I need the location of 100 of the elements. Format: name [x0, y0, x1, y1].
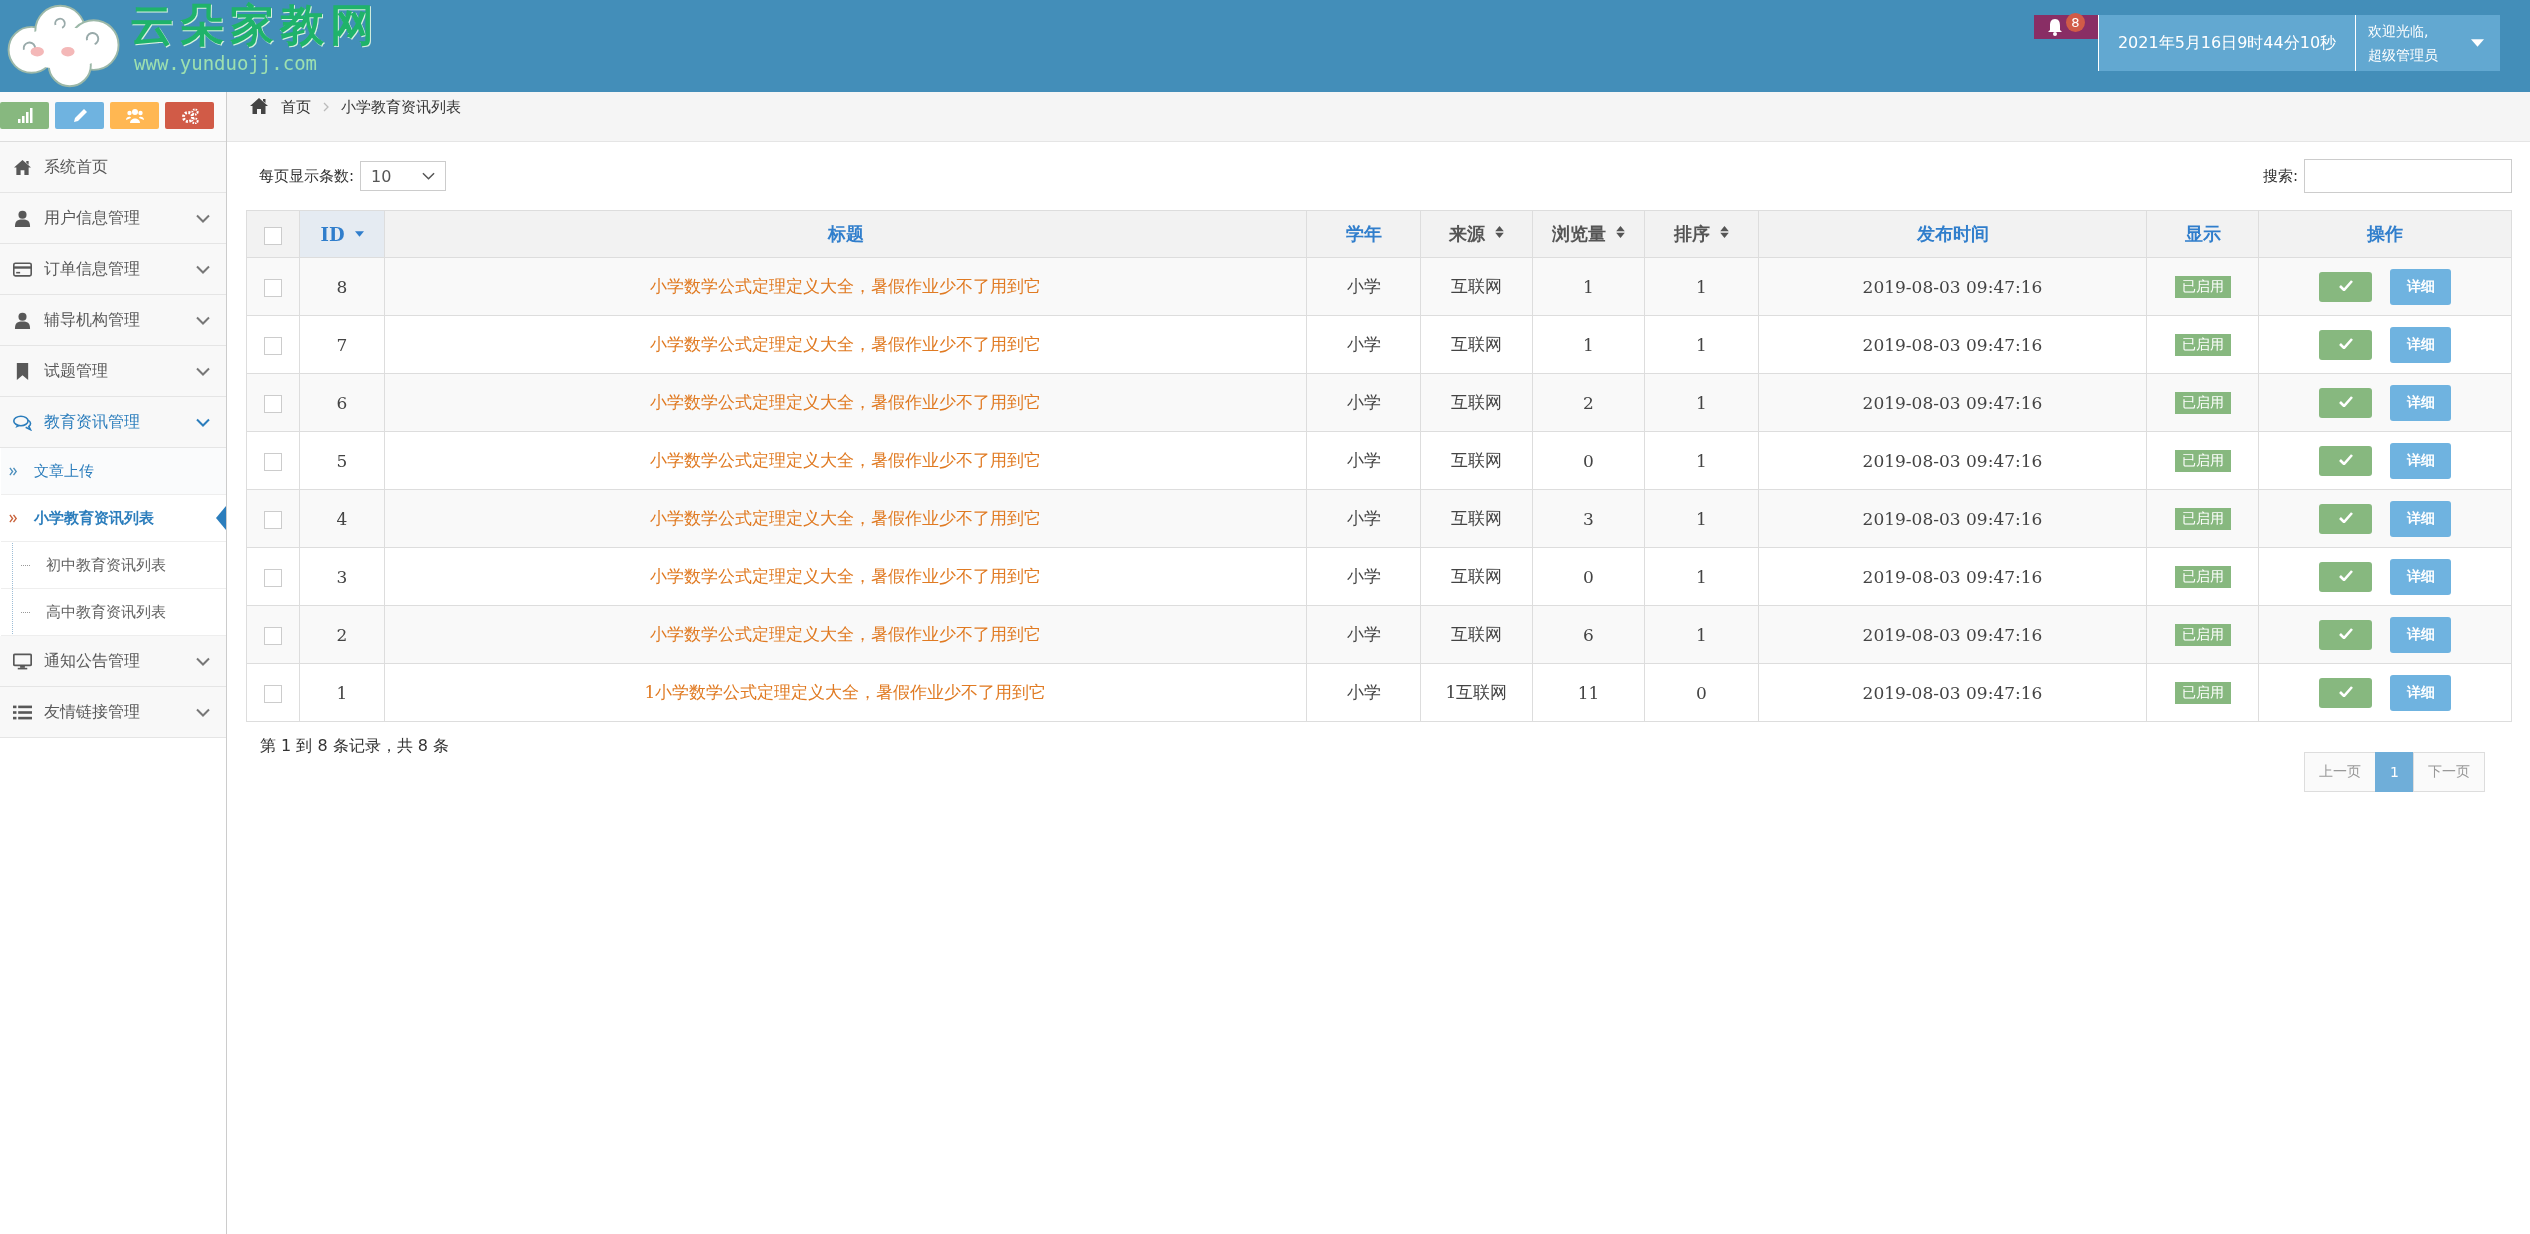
detail-button[interactable]: 详细	[2390, 500, 2451, 537]
detail-button[interactable]: 详细	[2390, 674, 2451, 711]
detail-button[interactable]: 详细	[2390, 268, 2451, 305]
sidebar-item[interactable]: 教育资讯管理	[0, 397, 226, 448]
table-cell: 1	[1644, 547, 1759, 606]
table-cell: 0	[1532, 547, 1645, 606]
approve-button[interactable]	[2319, 677, 2372, 708]
detail-button[interactable]: 详细	[2390, 384, 2451, 421]
submenu-item[interactable]: 小学教育资讯列表	[1, 495, 226, 542]
home-icon	[12, 158, 32, 176]
table-cell: 互联网	[1420, 315, 1533, 374]
table-cell: 1	[1644, 431, 1759, 490]
user-menu[interactable]: 欢迎光临, 超级管理员	[2356, 15, 2500, 71]
double-chevron-icon	[9, 466, 18, 476]
sidebar-item[interactable]: 试题管理	[0, 346, 226, 397]
record-count: 第 1 到 8 条记录，共 8 条	[259, 736, 450, 757]
page-button[interactable]: 1	[2375, 752, 2414, 792]
table-cell: 1	[299, 663, 385, 722]
table-cell: 互联网	[1420, 605, 1533, 664]
row-checkbox[interactable]	[264, 394, 282, 413]
detail-button[interactable]: 详细	[2390, 616, 2451, 653]
users-icon	[125, 107, 144, 124]
notifications-button[interactable]: 8	[2034, 15, 2098, 39]
table-cell: 互联网	[1420, 431, 1533, 490]
check-icon	[2338, 628, 2353, 639]
row-checkbox[interactable]	[264, 626, 282, 645]
sidebar-item[interactable]: 辅导机构管理	[0, 295, 226, 346]
submenu-item[interactable]: 初中教育资讯列表	[1, 542, 226, 589]
sidebar-item[interactable]: 通知公告管理	[0, 636, 226, 687]
sidebar-item[interactable]: 用户信息管理	[0, 193, 226, 244]
title-link[interactable]: 小学数学公式定理定义大全，暑假作业少不了用到它	[384, 489, 1307, 548]
submenu-item[interactable]: 文章上传	[1, 448, 226, 495]
double-chevron-icon	[9, 513, 18, 523]
column-header: 操作	[2258, 210, 2512, 258]
column-header[interactable]: 排序	[1644, 210, 1759, 258]
approve-button[interactable]	[2319, 561, 2372, 592]
status-badge: 已启用	[2174, 276, 2231, 298]
row-checkbox[interactable]	[264, 452, 282, 471]
select-all-checkbox[interactable]	[264, 226, 282, 245]
approve-button[interactable]	[2319, 329, 2372, 360]
chevron-down-icon	[196, 707, 210, 717]
sort-icon	[1495, 226, 1504, 238]
detail-button[interactable]: 详细	[2390, 326, 2451, 363]
title-link[interactable]: 小学数学公式定理定义大全，暑假作业少不了用到它	[384, 257, 1307, 316]
title-link[interactable]: 小学数学公式定理定义大全，暑假作业少不了用到它	[384, 605, 1307, 664]
welcome-text: 欢迎光临,	[2368, 22, 2430, 41]
chevron-down-icon	[196, 264, 210, 274]
shortcut-button[interactable]	[0, 102, 49, 129]
bell-icon	[2046, 18, 2064, 36]
title-link[interactable]: 小学数学公式定理定义大全，暑假作业少不了用到它	[384, 373, 1307, 432]
table-cell: 3	[1532, 489, 1645, 548]
chevron-down-icon	[196, 315, 210, 325]
search-field[interactable]	[2304, 159, 2512, 193]
table-cell: 2019-08-03 09:47:16	[1758, 489, 2147, 548]
column-header[interactable]: 来源	[1420, 210, 1533, 258]
status-badge: 已启用	[2174, 508, 2231, 530]
table-cell: 0	[1532, 431, 1645, 490]
table-cell: 2019-08-03 09:47:16	[1758, 431, 2147, 490]
title-link[interactable]: 1小学数学公式定理定义大全，暑假作业少不了用到它	[384, 663, 1307, 722]
shortcut-button[interactable]	[165, 102, 214, 129]
table-cell: 小学	[1306, 257, 1421, 316]
row-checkbox[interactable]	[264, 278, 282, 297]
check-icon	[2338, 570, 2353, 581]
pointer-icon	[216, 506, 226, 530]
row-checkbox[interactable]	[264, 336, 282, 355]
sidebar-item[interactable]: 订单信息管理	[0, 244, 226, 295]
check-icon	[2338, 396, 2353, 407]
table-cell: 1	[1532, 315, 1645, 374]
approve-button[interactable]	[2319, 387, 2372, 418]
table-cell: 2019-08-03 09:47:16	[1758, 315, 2147, 374]
row-checkbox[interactable]	[264, 510, 282, 529]
detail-button[interactable]: 详细	[2390, 558, 2451, 595]
table-cell: 4	[299, 489, 385, 548]
sidebar-item[interactable]: 友情链接管理	[0, 687, 226, 738]
approve-button[interactable]	[2319, 619, 2372, 650]
check-icon	[2338, 338, 2353, 349]
approve-button[interactable]	[2319, 271, 2372, 302]
approve-button[interactable]	[2319, 503, 2372, 534]
title-link[interactable]: 小学数学公式定理定义大全，暑假作业少不了用到它	[384, 431, 1307, 490]
column-header[interactable]: ID	[299, 210, 385, 258]
title-link[interactable]: 小学数学公式定理定义大全，暑假作业少不了用到它	[384, 547, 1307, 606]
detail-button[interactable]: 详细	[2390, 442, 2451, 479]
shortcut-button[interactable]	[110, 102, 159, 129]
breadcrumb-link[interactable]: 首页	[281, 96, 311, 118]
table-cell: 互联网	[1420, 547, 1533, 606]
user-name: 超级管理员	[2368, 46, 2438, 65]
table-cell: 5	[299, 431, 385, 490]
table-cell: 1	[1644, 489, 1759, 548]
sidebar-item[interactable]: 系统首页	[0, 142, 226, 193]
breadcrumb-current: 小学教育资讯列表	[341, 97, 461, 118]
row-checkbox[interactable]	[264, 568, 282, 587]
title-link[interactable]: 小学数学公式定理定义大全，暑假作业少不了用到它	[384, 315, 1307, 374]
check-icon	[2338, 454, 2353, 465]
table-cell: 2019-08-03 09:47:16	[1758, 547, 2147, 606]
shortcut-button[interactable]	[55, 102, 104, 129]
status-badge: 已启用	[2174, 624, 2231, 646]
row-checkbox[interactable]	[264, 684, 282, 703]
page-size-select[interactable]: 10	[360, 161, 447, 191]
approve-button[interactable]	[2319, 445, 2372, 476]
column-header[interactable]: 浏览量	[1532, 210, 1645, 258]
